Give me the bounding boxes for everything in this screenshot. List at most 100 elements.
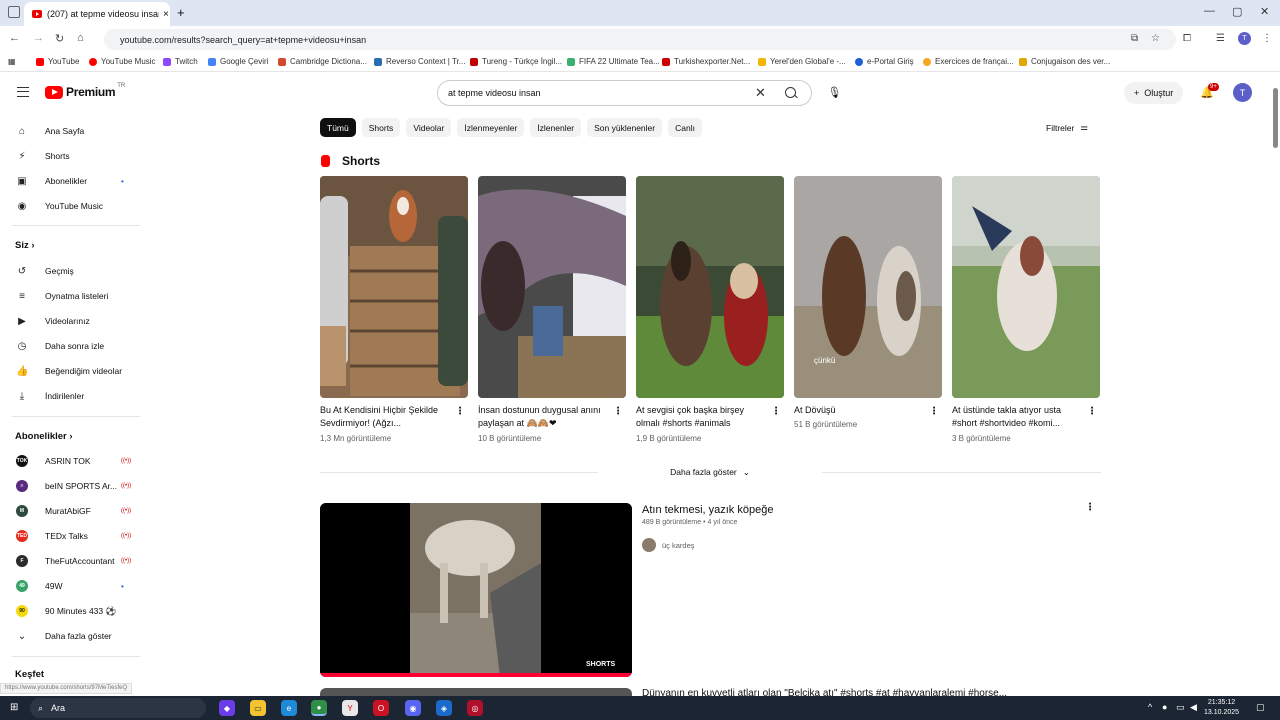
page-scrollbar[interactable] bbox=[1271, 78, 1280, 692]
show-more-shorts-button[interactable]: Daha fazla göster ⌄ bbox=[598, 462, 822, 482]
chip-recently-uploaded[interactable]: Son yüklenenler bbox=[587, 118, 663, 137]
file-explorer-icon[interactable]: ▭ bbox=[250, 700, 266, 716]
subscription-tedx-talks[interactable]: TED TEDx Talks ((•)) bbox=[0, 525, 145, 547]
chip-all[interactable]: Tümü bbox=[320, 118, 356, 137]
bookmark-fifa[interactable]: FIFA 22 Ultimate Tea... bbox=[567, 57, 660, 66]
profile-avatar[interactable]: T bbox=[1238, 32, 1251, 45]
taskbar-search[interactable]: ⌕ Ara bbox=[30, 698, 206, 718]
subscription-muratabigf[interactable]: M MuratAbiGF ((•)) bbox=[0, 500, 145, 522]
search-icon[interactable] bbox=[785, 87, 796, 98]
more-options-icon[interactable]: ⋮ bbox=[613, 406, 623, 417]
bookmark-e-portal[interactable]: e-Portal Giriş bbox=[855, 57, 914, 66]
more-options-icon[interactable]: ⋮ bbox=[1087, 406, 1097, 417]
bookmark-cambridge[interactable]: Cambridge Dictiona... bbox=[278, 57, 367, 66]
forward-arrow-icon[interactable]: → bbox=[33, 32, 44, 44]
next-video-title[interactable]: Dünyanın en kuvvetli atları olan "Belçik… bbox=[642, 688, 1062, 696]
sidebar-item-subscriptions[interactable]: ▣ Abonelikler • bbox=[0, 170, 145, 192]
chip-unwatched[interactable]: İzlenmeyenler bbox=[457, 118, 525, 137]
reload-icon[interactable]: ↻ bbox=[55, 32, 64, 45]
scrollbar-thumb[interactable] bbox=[1273, 88, 1278, 148]
copilot-icon[interactable]: ◆ bbox=[219, 700, 235, 716]
bookmark-youtube-music[interactable]: YouTube Music bbox=[89, 57, 156, 66]
microphone-icon[interactable]: 🎙 bbox=[826, 84, 843, 101]
windows-start-icon[interactable]: ⊞ bbox=[10, 702, 18, 713]
discord-icon[interactable]: ◉ bbox=[405, 700, 421, 716]
taskbar-clock[interactable]: 21:35:12 13.10.2025 bbox=[1204, 698, 1239, 718]
hamburger-menu-icon[interactable] bbox=[17, 87, 29, 97]
chip-shorts[interactable]: Shorts bbox=[361, 118, 401, 137]
more-options-icon[interactable]: ⋮ bbox=[771, 406, 781, 417]
short-thumbnail[interactable]: çünkü bbox=[794, 176, 942, 398]
app-icon[interactable]: ◈ bbox=[436, 700, 452, 716]
opera-icon[interactable]: O bbox=[373, 700, 389, 716]
bookmark-reverso[interactable]: Reverso Context | Tr... bbox=[374, 57, 465, 66]
sidebar-item-playlists[interactable]: ≡ Oynatma listeleri bbox=[0, 285, 145, 307]
short-title[interactable]: Bu At Kendisini Hiçbir Şekilde Sevdirmiy… bbox=[320, 404, 448, 430]
sidebar-item-home[interactable]: ⌂ Ana Sayfa bbox=[0, 120, 145, 142]
user-avatar[interactable]: T bbox=[1233, 83, 1252, 102]
bookmark-twitch[interactable]: Twitch bbox=[163, 57, 198, 66]
clear-search-icon[interactable]: ✕ bbox=[755, 85, 766, 101]
bookmark-google-translate[interactable]: Google Çeviri bbox=[208, 57, 268, 66]
notification-center-icon[interactable]: ▢ bbox=[1256, 702, 1265, 713]
app-icon[interactable]: ◎ bbox=[467, 700, 483, 716]
youtube-premium-logo[interactable]: Premium TR bbox=[45, 83, 125, 99]
install-app-icon[interactable]: ⧉ bbox=[1131, 33, 1138, 44]
reading-list-icon[interactable]: ☰ bbox=[1216, 33, 1225, 44]
volume-icon[interactable]: ◀ bbox=[1190, 702, 1197, 713]
short-thumbnail[interactable] bbox=[478, 176, 626, 398]
bookmark-turkishexporter[interactable]: Turkishexporter.Net... bbox=[662, 57, 750, 66]
short-title[interactable]: At Dövüşü bbox=[794, 404, 922, 417]
bookmark-exercices[interactable]: Exercices de françai... bbox=[923, 57, 1014, 66]
channel-avatar[interactable] bbox=[642, 538, 656, 552]
apps-grid-icon[interactable]: ▦ bbox=[8, 57, 16, 66]
search-input[interactable]: at tepme videosu insan bbox=[448, 88, 541, 98]
subscription-49w[interactable]: 49 49W • bbox=[0, 575, 145, 597]
sidebar-item-shorts[interactable]: ⚡ Shorts bbox=[0, 145, 145, 167]
short-card[interactable]: Bu At Kendisini Hiçbir Şekilde Sevdirmiy… bbox=[320, 176, 468, 443]
new-tab-button[interactable]: + bbox=[177, 5, 185, 20]
maximize-button[interactable]: ▢ bbox=[1232, 5, 1242, 18]
subscription-asrin-tok[interactable]: TOK ASRIN TOK ((•)) bbox=[0, 450, 145, 472]
subscription-bein-sports[interactable]: ≡ beIN SPORTS Ar... ((•)) bbox=[0, 475, 145, 497]
short-card[interactable]: At üstünde takla atıyor usta #short #sho… bbox=[952, 176, 1100, 443]
address-bar[interactable]: youtube.com/results?search_query=at+tepm… bbox=[104, 29, 1176, 50]
short-card[interactable]: İnsan dostunun duygusal anını paylaşan a… bbox=[478, 176, 626, 443]
microphone-tray-icon[interactable]: ● bbox=[1162, 702, 1167, 712]
chip-live[interactable]: Canlı bbox=[668, 118, 702, 137]
short-thumbnail[interactable] bbox=[320, 176, 468, 398]
sidebar-item-history[interactable]: ↺ Geçmiş bbox=[0, 260, 145, 282]
bookmark-conjugaison[interactable]: Conjugaison des ver... bbox=[1019, 57, 1110, 66]
bookmark-youtube[interactable]: YouTube bbox=[36, 57, 79, 66]
extensions-icon[interactable]: ⧠ bbox=[1183, 33, 1191, 44]
tab-close-icon[interactable]: × bbox=[163, 9, 169, 20]
sidebar-subscriptions-heading[interactable]: Abonelikler › bbox=[15, 431, 73, 442]
chip-watched[interactable]: İzlenenler bbox=[530, 118, 582, 137]
close-window-button[interactable]: ✕ bbox=[1260, 5, 1269, 18]
sidebar-item-your-videos[interactable]: ▶ Videolarınız bbox=[0, 310, 145, 332]
sidebar-you-heading[interactable]: Siz › bbox=[15, 240, 35, 251]
tray-chevron-icon[interactable]: ^ bbox=[1148, 702, 1152, 712]
video-title[interactable]: Atın tekmesi, yazık köpeğe bbox=[642, 504, 773, 516]
more-options-icon[interactable]: ⋮ bbox=[455, 406, 465, 417]
bookmark-tureng[interactable]: Tureng - Türkçe İngil... bbox=[470, 57, 562, 66]
sidebar-show-more[interactable]: ⌄ Daha fazla göster bbox=[0, 625, 145, 647]
more-options-icon[interactable]: ⋮ bbox=[1085, 502, 1095, 513]
network-icon[interactable]: ▭ bbox=[1176, 702, 1185, 713]
search-box[interactable]: at tepme videosu insan ✕ bbox=[437, 80, 812, 106]
chip-videos[interactable]: Videolar bbox=[406, 118, 452, 137]
short-thumbnail[interactable] bbox=[636, 176, 784, 398]
minimize-button[interactable]: — bbox=[1204, 5, 1215, 17]
sidebar-item-downloads[interactable]: ⤓ İndirilenler bbox=[0, 385, 145, 407]
tab-search-icon[interactable] bbox=[8, 6, 20, 18]
video-channel[interactable]: üç kardeş bbox=[642, 538, 695, 552]
short-thumbnail[interactable] bbox=[952, 176, 1100, 398]
chrome-icon[interactable]: ● bbox=[311, 700, 327, 716]
edge-icon[interactable]: e bbox=[281, 700, 297, 716]
video-thumbnail[interactable]: SHORTS bbox=[320, 503, 632, 677]
short-card[interactable]: çünkü At Dövüşü 51 B görüntüleme ⋮ bbox=[794, 176, 942, 429]
back-arrow-icon[interactable]: ← bbox=[9, 32, 20, 44]
more-options-icon[interactable]: ⋮ bbox=[929, 406, 939, 417]
subscription-90-minutes-433[interactable]: 90 90 Minutes 433 ⚽ bbox=[0, 600, 145, 622]
bookmark-star-icon[interactable]: ☆ bbox=[1151, 33, 1160, 44]
